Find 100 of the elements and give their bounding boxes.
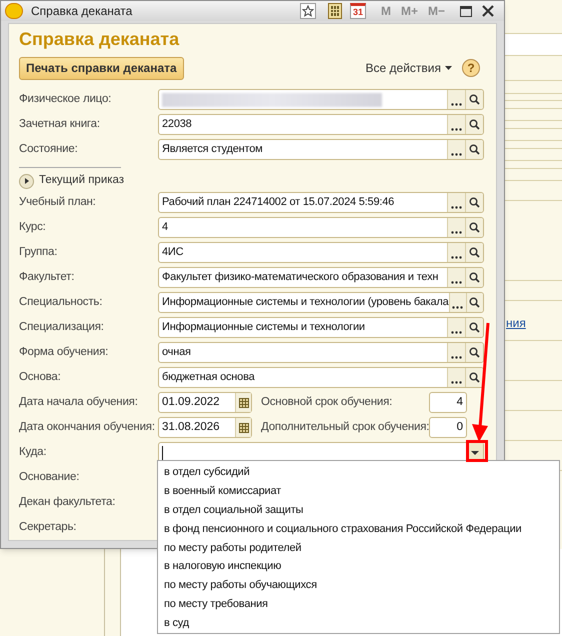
- field-label: Форма обучения:: [19, 344, 110, 360]
- logo-icon: [5, 3, 23, 19]
- search-icon: [469, 222, 480, 233]
- search-button[interactable]: [465, 318, 483, 337]
- caret-icon: [471, 450, 479, 454]
- ellipsis-icon: [451, 153, 462, 156]
- dropdown-option[interactable]: по месту работы обучающихся: [158, 576, 559, 596]
- input-field[interactable]: Информационные системы и технологии: [158, 317, 484, 338]
- field-label: Дата начала обучения:: [19, 394, 139, 410]
- search-button[interactable]: [465, 268, 483, 287]
- input-field[interactable]: бюджетная основа: [158, 367, 484, 388]
- help-button[interactable]: ?: [462, 59, 480, 77]
- ellipsis-button[interactable]: [447, 140, 465, 159]
- dropdown-option[interactable]: в налоговую инспекцию: [158, 557, 559, 576]
- field-label: Группа:: [19, 244, 58, 260]
- close-icon[interactable]: [482, 5, 494, 17]
- ellipsis-icon: [451, 231, 462, 234]
- ellipsis-icon: [451, 281, 462, 284]
- input-field[interactable]: 4ИС: [158, 242, 484, 263]
- calculator-icon[interactable]: [328, 3, 342, 19]
- dropdown-option[interactable]: по месту требования: [158, 595, 559, 614]
- field-label: Секретарь:: [19, 520, 78, 535]
- field-label: Специальность:: [19, 294, 104, 310]
- field-label: Курс:: [19, 220, 47, 235]
- input-field[interactable]: Информационные системы и технологии (уровень бакала: [158, 292, 484, 313]
- ellipsis-icon: [451, 381, 462, 384]
- print-button[interactable]: Печать справки деканата: [19, 56, 184, 80]
- highlight-frame: [466, 440, 488, 462]
- form-heading: Справка деканата: [19, 28, 180, 51]
- search-icon: [469, 197, 480, 208]
- window-title: Справка деканата: [31, 3, 134, 20]
- number-field[interactable]: 4: [429, 392, 467, 413]
- field-label: Дополнительный срок обучения:: [261, 420, 429, 435]
- ellipsis-icon: [451, 128, 462, 131]
- input-field[interactable]: Факультет физико-математического образования и техн: [158, 267, 484, 288]
- calendar-button[interactable]: [235, 393, 251, 412]
- field-label: Основа:: [19, 370, 62, 385]
- dropdown-option[interactable]: в суд: [158, 614, 559, 634]
- search-icon: [469, 144, 480, 155]
- input-field[interactable]: [158, 89, 484, 110]
- date-field[interactable]: 31.08.2026: [158, 417, 252, 438]
- maximize-icon[interactable]: [460, 6, 472, 16]
- field-label: Специализация:: [19, 320, 105, 335]
- ellipsis-icon: [451, 331, 462, 334]
- search-button[interactable]: [465, 193, 483, 212]
- search-button[interactable]: [465, 368, 483, 387]
- ellipsis-button[interactable]: [447, 368, 465, 387]
- search-button[interactable]: [465, 140, 483, 159]
- field-background: [505, 34, 562, 55]
- search-icon: [469, 247, 480, 258]
- search-button[interactable]: [465, 90, 483, 109]
- input-field[interactable]: 4: [158, 217, 484, 238]
- search-icon: [469, 297, 480, 308]
- ellipsis-icon: [452, 306, 464, 309]
- dropdown-option[interactable]: в отдел социальной защиты: [158, 500, 559, 520]
- search-button[interactable]: [465, 218, 483, 237]
- input-field[interactable]: очная: [158, 342, 484, 363]
- ellipsis-button[interactable]: [447, 90, 465, 109]
- search-icon: [469, 347, 480, 358]
- search-button[interactable]: [465, 343, 483, 362]
- search-button[interactable]: [465, 243, 483, 262]
- search-icon: [469, 372, 480, 383]
- ellipsis-button[interactable]: [447, 343, 465, 362]
- ellipsis-button[interactable]: [448, 293, 466, 312]
- caret-icon: [445, 66, 452, 70]
- calendar-button[interactable]: [235, 418, 251, 437]
- calendar-icon: [238, 398, 248, 408]
- ellipsis-icon: [451, 356, 462, 359]
- input-field[interactable]: 22038: [158, 114, 484, 135]
- calendar-button[interactable]: 31: [350, 3, 366, 19]
- ellipsis-button[interactable]: [447, 318, 465, 337]
- section-toggle[interactable]: Текущий приказ: [19, 172, 124, 190]
- field-label: Основной срок обучения:: [261, 394, 394, 410]
- field-label: Куда:: [19, 444, 48, 460]
- input-field[interactable]: Рабочий план 224714002 от 15.07.2024 5:59:46: [158, 192, 484, 213]
- dropdown-option[interactable]: по месту работы родителей: [158, 538, 559, 558]
- link[interactable]: ния: [506, 314, 526, 332]
- dropdown-option[interactable]: в отдел субсидий: [158, 463, 559, 482]
- all-actions-menu[interactable]: Все действия: [366, 59, 452, 77]
- ellipsis-button[interactable]: [447, 115, 465, 134]
- dropdown-option[interactable]: в фонд пенсионного и социального страхования Российской Федерации: [158, 520, 559, 539]
- field-label: Учебный план:: [19, 194, 97, 210]
- input-field[interactable]: Является студентом: [158, 139, 484, 160]
- number-field[interactable]: 0: [429, 417, 467, 438]
- field-label: Физическое лицо:: [19, 92, 112, 107]
- date-field[interactable]: 01.09.2022: [158, 392, 252, 413]
- star-icon[interactable]: [300, 3, 316, 19]
- dropdown-option[interactable]: в военный комиссариат: [158, 482, 559, 501]
- ellipsis-button[interactable]: [447, 268, 465, 287]
- text-cursor: [162, 446, 163, 460]
- ellipsis-button[interactable]: [447, 218, 465, 237]
- search-button[interactable]: [465, 115, 483, 134]
- field-label: Факультет:: [19, 270, 76, 285]
- ellipsis-icon: [451, 103, 462, 106]
- search-icon: [469, 322, 480, 333]
- field-label: Дата окончания обучения:: [19, 420, 156, 435]
- search-button[interactable]: [466, 293, 483, 312]
- ellipsis-button[interactable]: [447, 193, 465, 212]
- search-icon: [469, 272, 480, 283]
- ellipsis-button[interactable]: [447, 243, 465, 262]
